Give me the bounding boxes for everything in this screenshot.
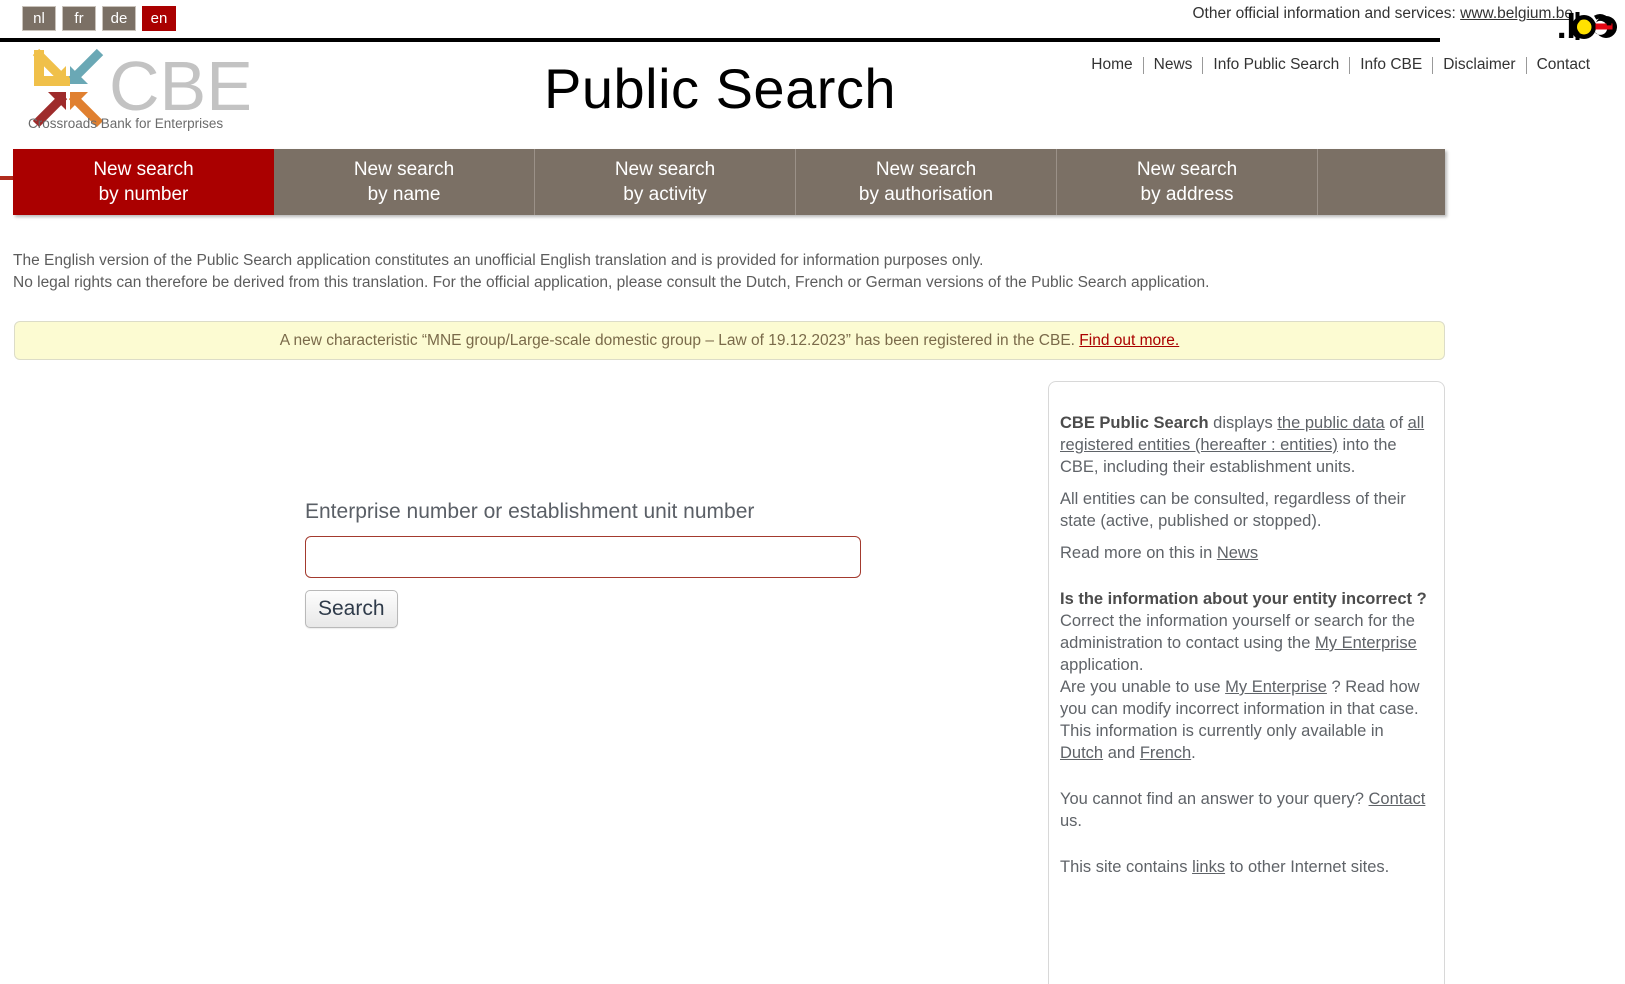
tab-line2: by address [1140, 184, 1234, 205]
my-enterprise-link[interactable]: My Enterprise [1315, 634, 1417, 652]
enterprise-number-input[interactable] [305, 536, 861, 578]
lang-button-nl[interactable]: nl [22, 6, 56, 31]
contact-link[interactable]: Contact [1369, 790, 1426, 808]
tab-line2: by activity [623, 184, 707, 205]
sidebar-p4-b: application. [1060, 656, 1144, 674]
lang-button-fr[interactable]: fr [62, 6, 96, 31]
sidebar-cbe-bold: CBE Public Search [1060, 414, 1209, 432]
sidebar-p7-b: us. [1060, 812, 1083, 830]
sidebar-heading-text: Is the information about your entity inc… [1060, 590, 1427, 608]
tab-bar-filler [1318, 149, 1445, 215]
tab-line1: New search [614, 159, 716, 180]
sidebar-paragraph-1: CBE Public Search displays the public da… [1060, 412, 1427, 478]
sidebar-p8-b: to other Internet sites. [1225, 858, 1390, 876]
sidebar-p5-a: Are you unable to use [1060, 678, 1226, 696]
tab-line1: New search [1136, 159, 1238, 180]
tab-line1: New search [93, 159, 194, 180]
tab-line1: New search [875, 159, 977, 180]
sidebar-p1-a: displays [1208, 414, 1278, 432]
sidebar-p1-b: of [1384, 414, 1408, 432]
info-sidebar: CBE Public Search displays the public da… [1048, 381, 1445, 984]
tab-new-search-by-authorisation[interactable]: New search by authorisation [796, 149, 1057, 215]
tab-line1: New search [353, 159, 455, 180]
lang-button-de[interactable]: de [102, 6, 136, 31]
top-bar: nl fr de en Other official information a… [0, 0, 1625, 46]
sidebar-p6-c: . [1191, 744, 1196, 762]
announcement-banner: A new characteristic “MNE group/Large-sc… [14, 321, 1445, 360]
sidebar-p6-b: and [1103, 744, 1140, 762]
tab-line2: by name [367, 184, 441, 205]
search-tab-bar: New search by number New search by name … [13, 149, 1445, 215]
tab-new-search-by-name[interactable]: New search by name [274, 149, 535, 215]
site-header: CBE Crossroads Bank for Enterprises Publ… [0, 40, 1625, 180]
french-link[interactable]: French [1140, 744, 1191, 762]
tab-new-search-by-address[interactable]: New search by address [1057, 149, 1318, 215]
translation-notice-line1: The English version of the Public Search… [13, 252, 984, 269]
links-link[interactable]: links [1192, 858, 1225, 876]
nav-item-contact[interactable]: Contact [1527, 56, 1600, 74]
lang-button-en[interactable]: en [142, 6, 176, 31]
sidebar-p3-a: Read more on this in [1060, 544, 1217, 562]
nav-item-news[interactable]: News [1144, 56, 1203, 74]
search-form: Enterprise number or establishment unit … [305, 500, 865, 628]
sidebar-paragraph-5: Are you unable to use My Enterprise ? Re… [1060, 676, 1427, 720]
language-switcher: nl fr de en [22, 6, 176, 31]
sidebar-p8-a: This site contains [1060, 858, 1193, 876]
sidebar-paragraph-4: Correct the information yourself or sear… [1060, 610, 1427, 676]
sidebar-paragraph-7: You cannot find an answer to your query?… [1060, 788, 1427, 832]
sidebar-paragraph-2: All entities can be consulted, regardles… [1060, 490, 1406, 530]
sidebar-p7-a: You cannot find an answer to your query? [1060, 790, 1369, 808]
my-enterprise-link-2[interactable]: My Enterprise [1225, 678, 1327, 696]
translation-notice-line2: No legal rights can therefore be derived… [13, 274, 1210, 291]
other-info-label: Other official information and services: [1192, 5, 1461, 22]
nav-item-disclaimer[interactable]: Disclaimer [1433, 56, 1525, 74]
dutch-link[interactable]: Dutch [1060, 744, 1103, 762]
public-search-page: nl fr de en Other official information a… [0, 0, 1625, 984]
top-navigation: Home News Info Public Search Info CBE Di… [1081, 56, 1600, 74]
translation-notice: The English version of the Public Search… [13, 250, 1413, 294]
news-link[interactable]: News [1217, 544, 1258, 562]
nav-item-info-public-search[interactable]: Info Public Search [1203, 56, 1349, 74]
tab-line2: by authorisation [858, 184, 994, 205]
search-button[interactable]: Search [305, 590, 398, 628]
sidebar-paragraph-3: Read more on this in News [1060, 542, 1427, 564]
find-out-more-link[interactable]: Find out more. [1079, 332, 1179, 349]
sidebar-paragraph-6: This information is currently only avail… [1060, 720, 1427, 764]
sidebar-heading-incorrect-info: Is the information about your entity inc… [1060, 588, 1427, 610]
other-official-information: Other official information and services:… [1193, 5, 1574, 23]
tab-new-search-by-activity[interactable]: New search by activity [535, 149, 796, 215]
public-data-link[interactable]: the public data [1277, 414, 1384, 432]
tab-line2: by number [98, 184, 189, 205]
sidebar-p6-a: This information is currently only avail… [1060, 722, 1384, 740]
search-input-label: Enterprise number or establishment unit … [305, 500, 755, 523]
sidebar-paragraph-8: This site contains links to other Intern… [1060, 856, 1427, 878]
nav-item-home[interactable]: Home [1081, 56, 1142, 74]
tab-new-search-by-number[interactable]: New search by number [13, 149, 274, 215]
nav-item-info-cbe[interactable]: Info CBE [1350, 56, 1432, 74]
announcement-text: A new characteristic “MNE group/Large-sc… [279, 332, 1080, 349]
